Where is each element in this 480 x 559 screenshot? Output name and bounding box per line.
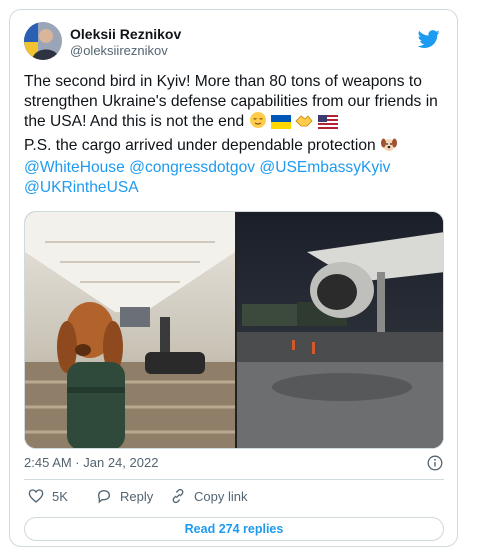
usa-flag-icon: [317, 115, 338, 135]
tweet-card: Oleksii Reznikov @oleksiireznikov The se…: [9, 9, 458, 547]
mention-us-embassy-kyiv[interactable]: @USEmbassyKyiv: [259, 159, 390, 176]
reply-icon: [97, 489, 111, 504]
handshake-icon: [295, 113, 313, 135]
reply-button[interactable]: Reply: [96, 488, 153, 504]
tweet-actions: 5K Reply Copy link: [24, 488, 444, 508]
mention-congress[interactable]: @congressdotgov: [129, 159, 255, 176]
like-count: 5K: [52, 488, 68, 504]
twitter-bird-icon[interactable]: [418, 28, 440, 50]
avatar[interactable]: [24, 22, 62, 60]
divider: [24, 479, 444, 480]
read-replies-button[interactable]: Read 274 replies: [24, 517, 444, 541]
photo-plane-on-tarmac[interactable]: [237, 212, 444, 449]
tweet-ps: P.S. the cargo arrived under dependable …: [24, 136, 376, 154]
relieved-face-emoji-icon: [249, 111, 267, 135]
tweet-media: [24, 211, 444, 449]
tweet-timestamp[interactable]: 2:45 AM · Jan 24, 2022: [24, 455, 158, 470]
heart-icon: [28, 489, 44, 503]
copy-link-button[interactable]: Copy link: [170, 488, 247, 504]
tweet-text: The second bird in Kyiv! More than 80 to…: [24, 72, 444, 197]
dog-face-icon: [380, 135, 398, 159]
tweet-header: Oleksii Reznikov @oleksiireznikov: [24, 22, 444, 62]
mention-whitehouse[interactable]: @WhiteHouse: [24, 159, 125, 176]
photo-dog-in-cargo-hold[interactable]: [25, 212, 235, 449]
like-button[interactable]: 5K: [28, 488, 68, 504]
author-handle[interactable]: @oleksiireznikov: [70, 43, 168, 58]
reply-label: Reply: [120, 488, 154, 504]
tweet-body: The second bird in Kyiv! More than 80 to…: [24, 73, 438, 130]
ukraine-flag-icon: [270, 115, 291, 135]
author-name[interactable]: Oleksii Reznikov: [70, 26, 181, 42]
mention-ukr-in-the-usa[interactable]: @UKRintheUSA: [24, 179, 139, 196]
link-icon: [172, 488, 184, 504]
info-icon[interactable]: [427, 455, 443, 471]
copy-link-label: Copy link: [194, 488, 248, 504]
